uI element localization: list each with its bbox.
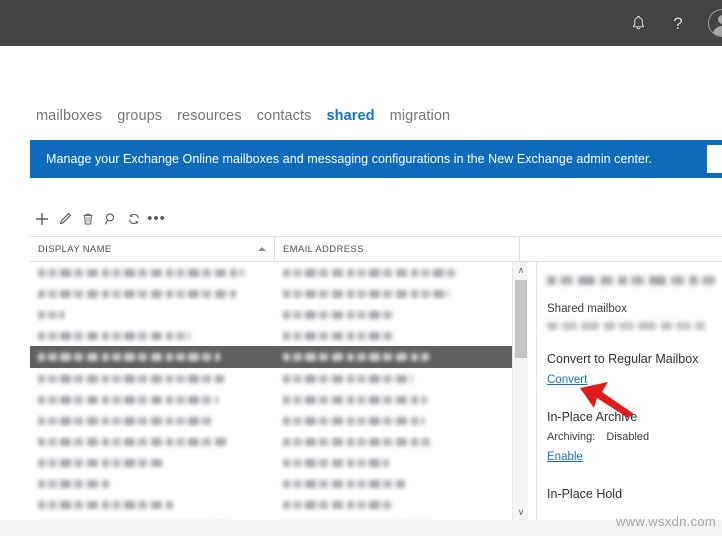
help-button[interactable]: ? [658,0,698,46]
account-button[interactable] [698,0,722,46]
table-row[interactable] [30,368,528,389]
exchange-admin-center-page: ? mailboxes groups resources contacts sh… [0,0,722,536]
cell-email-address [275,262,520,283]
detail-mailbox-name [547,276,715,285]
pencil-icon [58,212,72,226]
more-options-button[interactable]: ••• [145,207,168,231]
section-tab-navigation: mailboxes groups resources contacts shar… [0,100,722,132]
plus-icon [35,212,49,226]
table-row[interactable] [30,325,528,346]
new-button[interactable] [30,207,53,231]
ellipsis-icon: ••• [147,215,166,223]
question-mark-icon: ? [673,15,682,32]
cell-display-name [30,346,275,368]
notifications-button[interactable] [618,0,658,46]
cell-display-name [30,262,275,283]
tab-contacts[interactable]: contacts [257,108,312,124]
sort-ascending-icon [258,247,266,251]
tab-mailboxes[interactable]: mailboxes [36,108,102,124]
tab-groups[interactable]: groups [117,108,162,124]
table-row[interactable] [30,410,528,431]
table-row-selected[interactable] [30,346,528,368]
column-header-filler [520,237,722,261]
command-toolbar: ••• [30,205,168,233]
cell-email-address [275,410,520,431]
cell-email-address [275,283,520,304]
trash-icon [81,212,95,226]
column-header-email-address[interactable]: EMAIL ADDRESS [275,237,520,261]
convert-section-heading: Convert to Regular Mailbox [547,352,722,366]
archiving-status: Archiving: Disabled [547,431,722,443]
cell-email-address [275,452,520,473]
tab-resources[interactable]: resources [177,108,242,124]
cell-display-name [30,283,275,304]
table-row[interactable] [30,452,528,473]
detail-mailbox-type-label: Shared mailbox [547,303,722,315]
cell-display-name [30,494,275,515]
list-column-header-row: DISPLAY NAME EMAIL ADDRESS [30,236,722,262]
avatar-body-shape [712,26,722,37]
cell-display-name [30,325,275,346]
edit-button[interactable] [53,207,76,231]
avatar-head-shape [718,15,722,24]
cell-display-name [30,431,275,452]
table-row[interactable] [30,262,528,283]
table-row[interactable] [30,431,528,452]
enable-archive-link[interactable]: Enable [547,451,583,463]
suite-action-group: ? [618,0,722,46]
refresh-button[interactable] [122,207,145,231]
detail-mailbox-type-value [547,322,705,330]
cell-display-name [30,304,275,325]
cell-display-name [30,473,275,494]
table-row[interactable] [30,283,528,304]
column-header-email-address-label: EMAIL ADDRESS [283,244,364,255]
cell-email-address [275,346,520,368]
table-row[interactable] [30,494,528,515]
column-header-display-name-label: DISPLAY NAME [38,244,112,255]
archive-section-heading: In-Place Archive [547,410,722,424]
table-row[interactable] [30,304,528,325]
cell-display-name [30,389,275,410]
search-button[interactable] [99,207,122,231]
cell-email-address [275,473,520,494]
cell-email-address [275,431,520,452]
scroll-up-arrow-icon[interactable]: ∧ [513,262,529,278]
list-scrollbar[interactable]: ∧ ∨ [512,262,528,520]
cell-display-name [30,452,275,473]
table-row[interactable] [30,473,528,494]
scroll-down-arrow-icon[interactable]: ∨ [513,504,529,520]
column-header-display-name[interactable]: DISPLAY NAME [30,237,275,261]
banner-action-button[interactable] [707,145,722,173]
cell-display-name [30,368,275,389]
delete-button[interactable] [76,207,99,231]
shared-mailbox-list[interactable] [30,262,528,520]
bottom-strip [0,520,722,536]
cell-email-address [275,368,520,389]
cell-email-address [275,389,520,410]
hold-section-heading: In-Place Hold [547,487,722,501]
archiving-status-value: Disabled [606,431,649,443]
new-admin-center-banner: Manage your Exchange Online mailboxes an… [30,140,722,178]
mailbox-detail-pane: Shared mailbox Convert to Regular Mailbo… [536,262,722,520]
cell-display-name [30,410,275,431]
banner-message: Manage your Exchange Online mailboxes an… [30,152,652,166]
archiving-status-label: Archiving: [547,431,595,443]
tab-shared[interactable]: shared [327,108,375,124]
user-avatar-icon [708,9,722,37]
suite-header-bar: ? [0,0,722,46]
magnifier-icon [104,212,118,226]
tab-migration[interactable]: migration [390,108,451,124]
convert-link[interactable]: Convert [547,374,587,386]
refresh-icon [127,212,141,226]
bell-icon [631,15,646,31]
watermark: www.wsxdn.com [616,514,716,529]
scrollbar-thumb[interactable] [515,280,527,358]
cell-email-address [275,494,520,515]
table-row[interactable] [30,389,528,410]
cell-email-address [275,325,520,346]
cell-email-address [275,304,520,325]
